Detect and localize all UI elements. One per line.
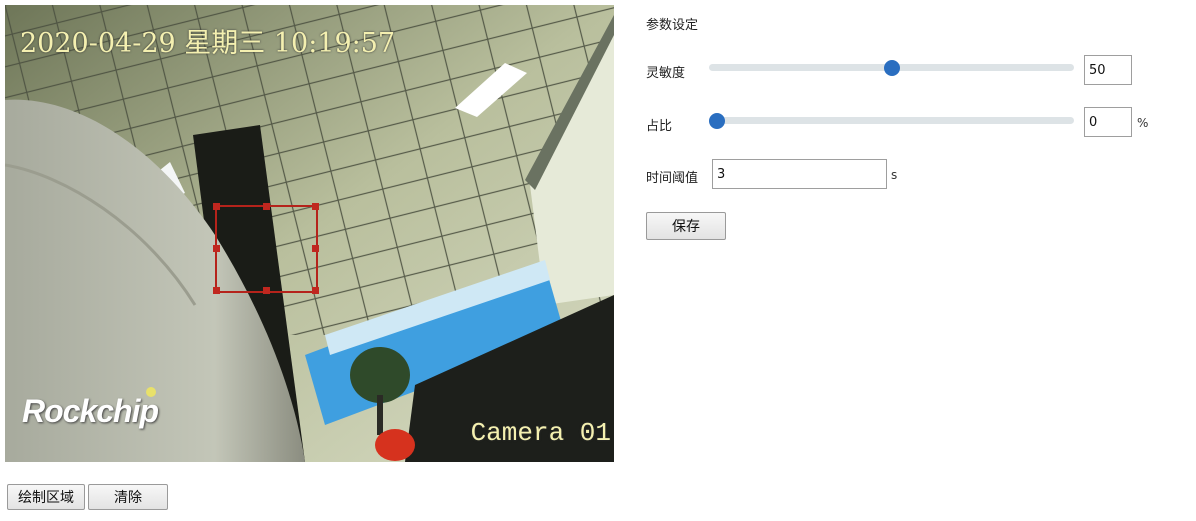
time-threshold-unit: s (891, 168, 898, 182)
time-threshold-input[interactable] (712, 159, 887, 189)
sensitivity-label: 灵敏度 (646, 66, 686, 81)
rockchip-logo: Rockchip (22, 393, 159, 429)
region-handle-top-left[interactable] (213, 203, 220, 210)
sensitivity-slider-thumb[interactable] (883, 60, 900, 76)
region-handle-bottom-left[interactable] (213, 287, 220, 294)
sensitivity-slider[interactable] (709, 58, 1074, 78)
detection-region[interactable] (213, 203, 319, 294)
region-handle-top[interactable] (262, 203, 270, 210)
settings-title: 参数设定 (646, 18, 699, 33)
region-handle-bottom-right[interactable] (312, 287, 319, 294)
sensitivity-input[interactable] (1084, 55, 1132, 85)
osd-camera-name: Camera 01 (470, 418, 611, 448)
save-button[interactable]: 保存 (646, 212, 726, 240)
osd-datetime: 2020-04-29 星期三 10:19:57 (20, 28, 396, 59)
ratio-slider-track (709, 117, 1074, 124)
region-handle-right[interactable] (312, 245, 319, 252)
ratio-unit: % (1137, 116, 1149, 130)
app-root: 2020-04-29 星期三 10:19:57 Rockchip Camera … (0, 0, 1196, 521)
region-handle-bottom[interactable] (262, 287, 270, 294)
region-handle-left[interactable] (213, 245, 220, 252)
ratio-slider-thumb[interactable] (709, 113, 725, 129)
ratio-input[interactable] (1084, 107, 1132, 137)
ratio-slider[interactable] (709, 111, 1074, 131)
draw-region-button[interactable]: 绘制区域 (7, 484, 85, 510)
camera-preview[interactable]: 2020-04-29 星期三 10:19:57 Rockchip Camera … (5, 5, 614, 462)
time-threshold-label: 时间阈值 (646, 171, 699, 186)
region-handle-top-right[interactable] (312, 203, 319, 210)
ratio-label: 占比 (646, 119, 673, 134)
clear-button[interactable]: 清除 (88, 484, 168, 510)
